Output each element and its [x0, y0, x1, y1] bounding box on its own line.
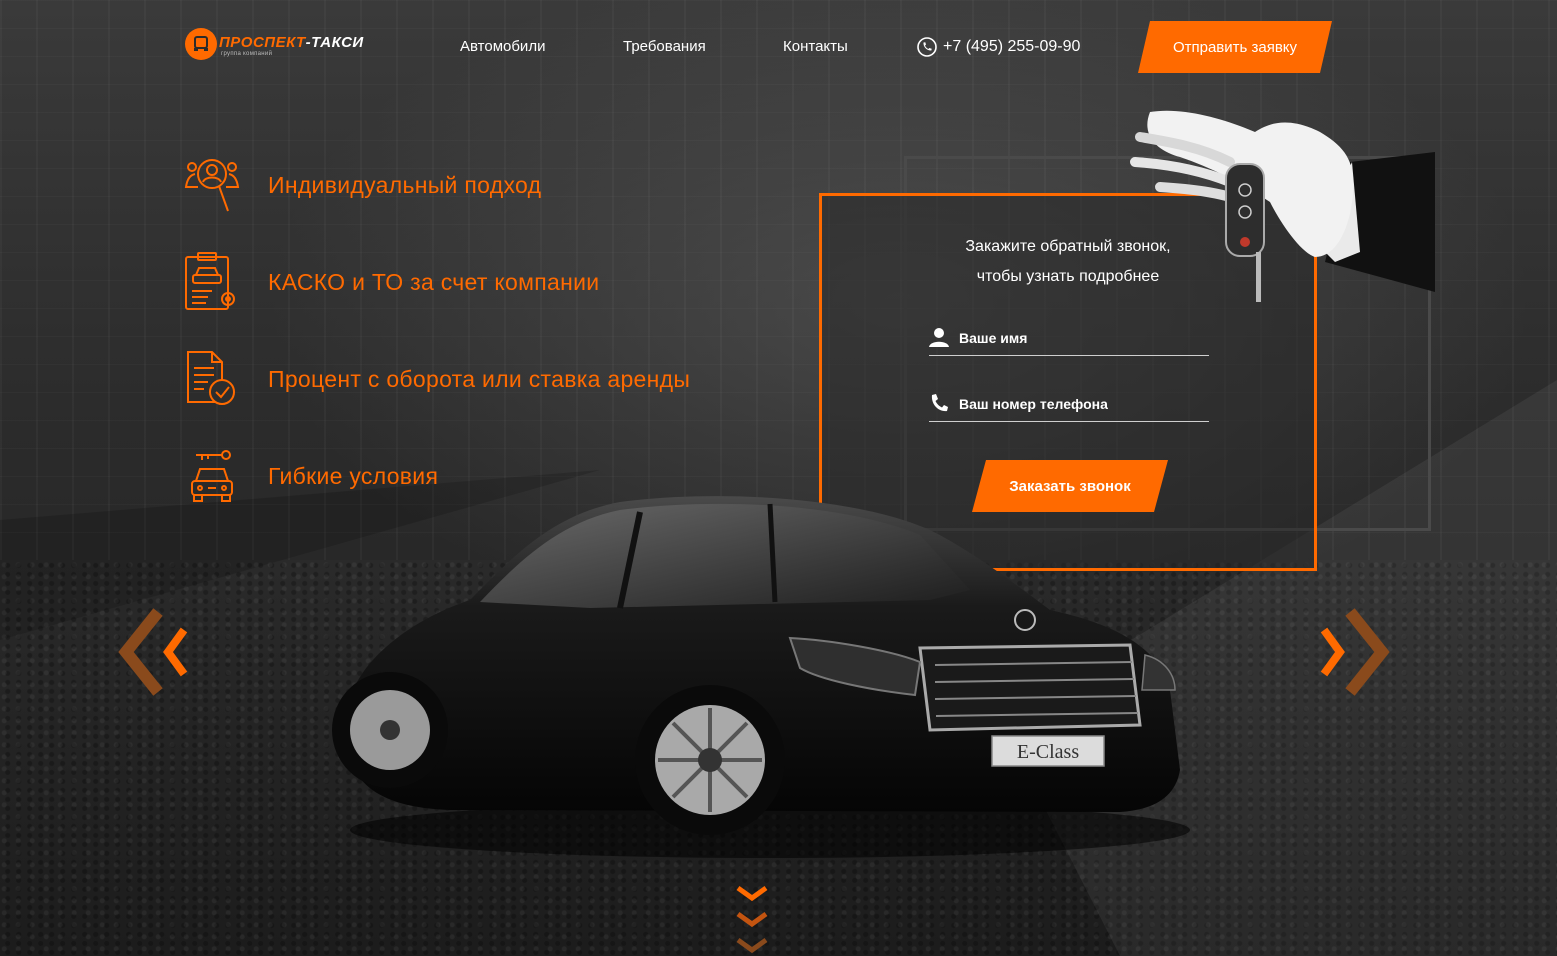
- header-phone[interactable]: +7 (495) 255-09-90: [917, 36, 1080, 58]
- chevron-right-icon[interactable]: [1310, 606, 1390, 698]
- document-check-icon: [187, 351, 235, 405]
- feature-item-individual: Индивидуальный подход: [182, 154, 782, 218]
- logo[interactable]: ПРОСПЕКТ-ТАКСИ группа компаний: [185, 28, 385, 62]
- taxi-logo-icon: [185, 28, 217, 60]
- header: ПРОСПЕКТ-ТАКСИ группа компаний Автомобил…: [0, 0, 1557, 95]
- nav-item-requirements[interactable]: Требования: [623, 38, 706, 55]
- user-icon: [929, 328, 949, 347]
- chevron-left-icon[interactable]: [118, 606, 198, 698]
- phone-input[interactable]: [957, 391, 1211, 417]
- phone-icon: [931, 394, 948, 412]
- chevrons-down-icon[interactable]: [732, 884, 772, 956]
- person-search-icon: [184, 159, 240, 212]
- license-plate-text: E-Class: [1017, 741, 1079, 763]
- feature-item-percent: Процент с оборота или ставка аренды: [182, 348, 782, 412]
- name-field: [929, 323, 1211, 356]
- name-input[interactable]: [957, 325, 1211, 351]
- car-image: E-Class: [332, 496, 1190, 858]
- send-request-button[interactable]: Отправить заявку: [1138, 21, 1332, 73]
- phone-field: [929, 389, 1211, 422]
- feature-label: Индивидуальный подход: [268, 172, 542, 198]
- hand-with-key-image: [1130, 110, 1435, 302]
- nav-item-cars[interactable]: Автомобили: [460, 38, 545, 55]
- nav-item-contacts[interactable]: Контакты: [783, 38, 848, 55]
- feature-item-kasko: КАСКО и ТО за счет компании: [182, 251, 782, 315]
- insurance-document-icon: [185, 252, 235, 310]
- logo-title: ПРОСПЕКТ-ТАКСИ: [219, 34, 364, 51]
- feature-label: КАСКО и ТО за счет компании: [268, 269, 600, 295]
- logo-subtitle: группа компаний: [221, 51, 273, 57]
- feature-label: Гибкие условия: [268, 463, 439, 489]
- phone-number: +7 (495) 255-09-90: [943, 38, 1081, 55]
- phone-icon: [917, 37, 937, 57]
- feature-label: Процент с оборота или ставка аренды: [268, 366, 691, 392]
- car-key-icon: [191, 450, 233, 502]
